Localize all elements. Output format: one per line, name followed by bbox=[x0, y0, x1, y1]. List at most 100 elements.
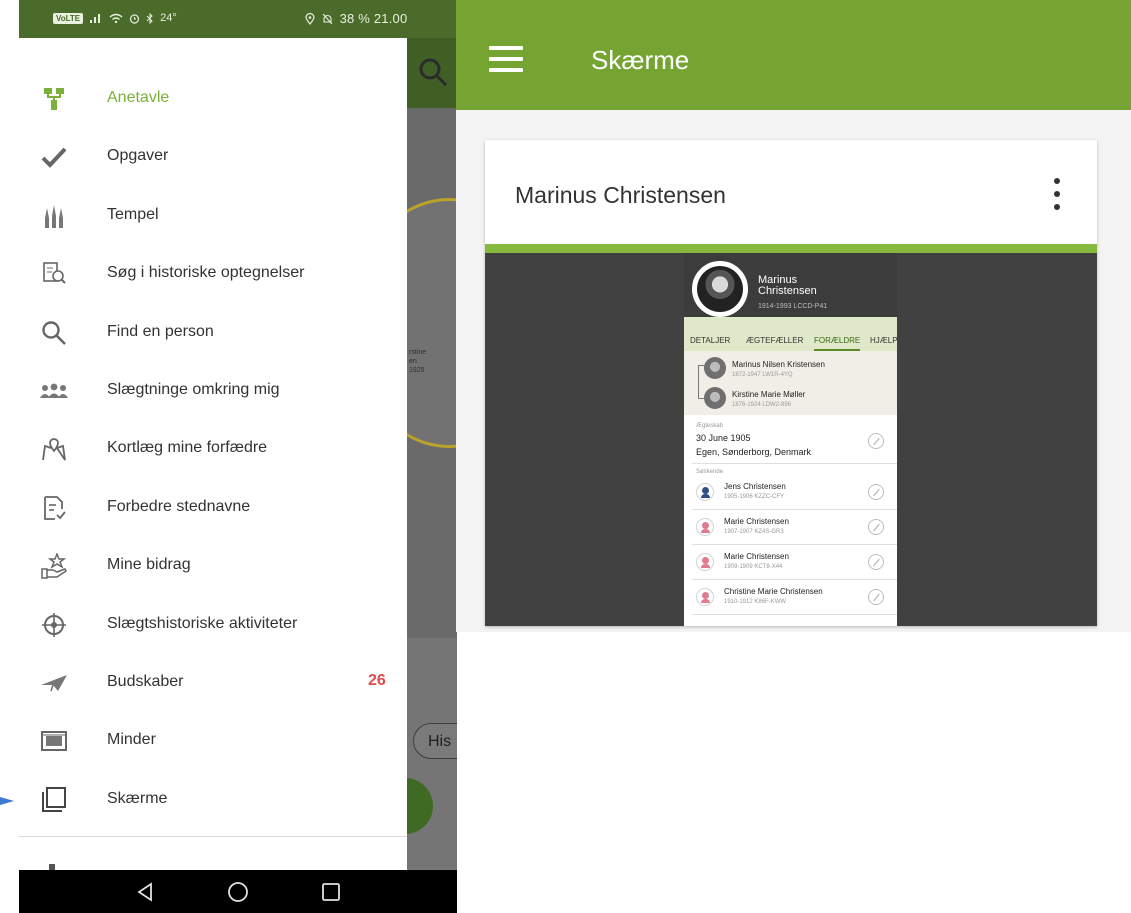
system-navigation-bar bbox=[19, 870, 457, 913]
edit-sibling-icon bbox=[868, 484, 884, 500]
preview-tab-parents: FORÆLDRE bbox=[814, 336, 861, 351]
drawer-item-5[interactable]: Find en person bbox=[19, 304, 407, 362]
drawer-item-8[interactable]: Forbedre stednavne bbox=[19, 479, 407, 537]
more-options-icon[interactable] bbox=[1049, 176, 1065, 212]
siblings-label: Søskende bbox=[696, 469, 724, 475]
menu-button[interactable] bbox=[489, 46, 523, 72]
male-person-icon bbox=[696, 483, 714, 501]
map-pin-icon bbox=[39, 434, 69, 464]
page-title: Skærme bbox=[591, 45, 690, 75]
preview-name: Marinus Christensen bbox=[758, 275, 817, 297]
phone-screen: VoLTE 24° 38 % 21.00 rstine en 1925 His bbox=[19, 0, 457, 913]
drawer-item-10[interactable]: Slægtshistoriske aktiviteter bbox=[19, 596, 407, 654]
activities-icon bbox=[39, 610, 69, 640]
sibling-divider bbox=[692, 544, 897, 545]
sibling-divider bbox=[692, 509, 897, 510]
drawer-item-6[interactable]: Slægtninge omkring mig bbox=[19, 362, 407, 420]
background-search-icon bbox=[419, 58, 448, 87]
sibling-name: Christine Marie Christensen bbox=[724, 587, 823, 596]
marriage-date: 30 June 1905 bbox=[696, 433, 751, 443]
edit-sibling-icon bbox=[868, 589, 884, 605]
pointer-arrow-icon bbox=[0, 797, 14, 805]
app-bar: Skærme bbox=[456, 0, 1131, 110]
preview-tab-spouses: ÆGTEFÆLLER bbox=[746, 336, 804, 345]
preview-tabs: DETALJER ÆGTEFÆLLER FORÆLDRE HJÆLP bbox=[684, 317, 897, 351]
wifi-icon bbox=[109, 13, 123, 23]
card-preview-area: Marinus Christensen 1914-1993 LCCD-P41 D… bbox=[485, 253, 1097, 626]
drawer-item-2[interactable]: Opgaver bbox=[19, 128, 407, 186]
drawer-item-label: Forbedre stednavne bbox=[107, 497, 251, 515]
preview-tab-help: HJÆLP bbox=[870, 336, 897, 345]
home-icon[interactable] bbox=[226, 880, 250, 904]
drawer-item-label: Kortlæg mine forfædre bbox=[107, 439, 268, 457]
location-icon bbox=[305, 12, 315, 25]
drawer-item-4[interactable]: Søg i historiske optegnelser bbox=[19, 245, 407, 303]
background-fan-text: rstine en 1925 bbox=[409, 349, 427, 374]
drawer-item-label: Søg i historiske optegnelser bbox=[107, 264, 305, 282]
marriage-place: Egen, Sønderborg, Denmark bbox=[696, 447, 812, 457]
sibling-meta: 1905-1906 KZZC-CFY bbox=[724, 494, 785, 500]
recents-icon[interactable] bbox=[319, 880, 343, 904]
father-name: Marinus Nilsen Kristensen bbox=[732, 360, 825, 369]
search-icon bbox=[39, 318, 69, 348]
drawer-item-label: Slægtshistoriske aktiviteter bbox=[107, 614, 298, 632]
temperature-text: 24° bbox=[160, 12, 177, 24]
sibling-name: Marie Christensen bbox=[724, 552, 789, 561]
screens-icon bbox=[39, 785, 69, 815]
sibling-meta: 1907-1907 KZ4S-GR3 bbox=[724, 529, 784, 535]
unread-count-badge: 26 bbox=[368, 672, 386, 689]
screen-card[interactable]: Marinus Christensen Marinus Christensen … bbox=[485, 140, 1097, 626]
drawer-item-label: Anetavle bbox=[107, 89, 170, 106]
drawer-item-13[interactable]: Skærme bbox=[19, 771, 407, 829]
father-avatar bbox=[704, 357, 726, 379]
drawer-item-1[interactable]: Anetavle bbox=[19, 70, 407, 128]
mute-icon bbox=[322, 13, 333, 25]
mother-avatar bbox=[704, 387, 726, 409]
drawer-item-label: Opgaver bbox=[107, 147, 169, 165]
drawer-item-label: Minder bbox=[107, 731, 156, 749]
edit-sibling-icon bbox=[868, 519, 884, 535]
card-accent-bar bbox=[485, 244, 1097, 253]
preview-name-line2: Christensen bbox=[758, 285, 817, 297]
person-screenshot-preview: Marinus Christensen 1914-1993 LCCD-P41 D… bbox=[684, 253, 897, 626]
sibling-meta: 1909-1909 KCT8-X44 bbox=[724, 564, 783, 570]
drawer-item-7[interactable]: Kortlæg mine forfædre bbox=[19, 420, 407, 478]
record-search-icon bbox=[39, 259, 69, 289]
relatives-icon bbox=[39, 376, 69, 406]
female-person-icon bbox=[696, 553, 714, 571]
sibling-divider bbox=[692, 579, 897, 580]
preview-tab-details: DETALJER bbox=[690, 336, 731, 345]
status-right: 38 % 21.00 bbox=[305, 11, 407, 26]
screenshot-composite: VoLTE 24° 38 % 21.00 rstine en 1925 His bbox=[0, 0, 1131, 913]
back-icon[interactable] bbox=[133, 880, 157, 904]
sibling-name: Marie Christensen bbox=[724, 517, 789, 526]
family-tree-icon bbox=[39, 84, 69, 114]
document-check-icon bbox=[39, 493, 69, 523]
screens-page: Skærme Marinus Christensen Marinus Chris… bbox=[456, 0, 1131, 632]
background-chip: His bbox=[413, 723, 457, 759]
checkmark-icon bbox=[39, 142, 69, 172]
female-person-icon bbox=[696, 518, 714, 536]
drawer-item-9[interactable]: Mine bidrag bbox=[19, 537, 407, 595]
drawer-item-label: Tempel bbox=[107, 205, 159, 223]
navigation-drawer: Anetavle Opgaver Tempel Søg i historiske op… bbox=[19, 38, 407, 870]
sibling-name: Jens Christensen bbox=[724, 482, 786, 491]
mother-meta: 1876-1924 LDW2-896 bbox=[732, 402, 792, 408]
preview-avatar bbox=[692, 261, 748, 317]
preview-meta: 1914-1993 LCCD-P41 bbox=[758, 303, 828, 310]
drawer-item-12[interactable]: Minder bbox=[19, 712, 407, 770]
father-meta: 1872-1947 LW1R-4YQ bbox=[732, 372, 793, 378]
marriage-label: Ægteskab bbox=[696, 423, 724, 429]
volte-badge: VoLTE bbox=[53, 12, 84, 24]
photo-frame-icon bbox=[39, 726, 69, 756]
sibling-divider bbox=[692, 614, 897, 615]
preview-divider bbox=[692, 463, 897, 464]
card-person-name: Marinus Christensen bbox=[515, 182, 726, 208]
preview-parents: Marinus Nilsen Kristensen 1872-1947 LW1R… bbox=[684, 351, 897, 415]
drawer-divider bbox=[19, 836, 407, 837]
drawer-item-3[interactable]: Tempel bbox=[19, 187, 407, 245]
drawer-item-11[interactable]: Budskaber 26 bbox=[19, 654, 407, 712]
edit-marriage-icon bbox=[868, 433, 884, 449]
hand-star-icon bbox=[39, 551, 69, 581]
drawer-item-label: Find en person bbox=[107, 322, 214, 340]
